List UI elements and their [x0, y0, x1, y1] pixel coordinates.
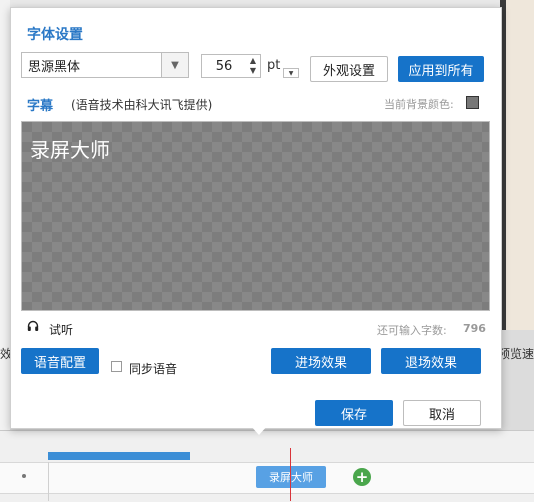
unit-dropdown-icon[interactable]: ▼	[283, 68, 299, 78]
enter-effect-button[interactable]: 进场效果	[271, 348, 371, 374]
track-divider	[48, 462, 49, 501]
left-panel	[0, 0, 10, 430]
spin-down-icon[interactable]: ▼	[250, 66, 256, 76]
chevron-down-icon[interactable]: ▼	[161, 53, 188, 77]
subtitle-note: (语音技术由科大讯飞提供)	[71, 98, 213, 112]
subtitle-label: 字幕	[27, 99, 54, 114]
headphones-icon[interactable]	[27, 320, 39, 332]
track-handle-icon[interactable]	[22, 474, 26, 478]
timeline-track-strip	[48, 452, 190, 460]
remaining-chars-label: 还可输入字数:	[377, 324, 447, 337]
sync-voice-label: 同步语音	[129, 362, 178, 376]
appearance-settings-button[interactable]: 外观设置	[310, 56, 388, 82]
spinner-icon[interactable]: ▲ ▼	[246, 56, 260, 76]
voice-config-button[interactable]: 语音配置	[21, 348, 99, 374]
font-family-value: 思源黑体	[28, 59, 81, 75]
add-clip-button[interactable]: +	[353, 468, 371, 486]
apply-to-all-button[interactable]: 应用到所有	[398, 56, 484, 82]
dialog-title: 字体设置	[27, 27, 83, 43]
spin-up-icon[interactable]: ▲	[250, 56, 256, 66]
subtitle-preview[interactable]: 录屏大师	[21, 121, 490, 311]
subtitle-clip[interactable]: 录屏大师	[256, 466, 326, 488]
side-text-right: 预览速	[498, 347, 534, 361]
cancel-button[interactable]: 取消	[403, 400, 481, 426]
playhead[interactable]	[290, 448, 291, 501]
preview-text[interactable]: 录屏大师	[30, 134, 110, 163]
background-color-swatch[interactable]	[466, 96, 479, 109]
font-family-select[interactable]: 思源黑体 ▼	[21, 52, 189, 78]
exit-effect-button[interactable]: 退场效果	[381, 348, 481, 374]
save-button[interactable]: 保存	[315, 400, 393, 426]
remaining-chars-count: 796	[463, 322, 486, 335]
font-unit-label: pt	[267, 58, 281, 73]
sync-voice-checkbox[interactable]	[111, 361, 122, 372]
background-color-label: 当前背景颜色:	[384, 98, 454, 111]
dialog-pointer	[250, 425, 268, 435]
font-size-value[interactable]: 56	[202, 59, 246, 74]
listen-label[interactable]: 试听	[49, 321, 73, 338]
font-size-stepper[interactable]: 56 ▲ ▼	[201, 54, 261, 78]
font-settings-dialog: 字体设置 思源黑体 ▼ 56 ▲ ▼ pt ▼ 外观设置 应用到所有 字幕 (语音…	[10, 7, 502, 429]
video-preview-panel	[500, 0, 534, 330]
